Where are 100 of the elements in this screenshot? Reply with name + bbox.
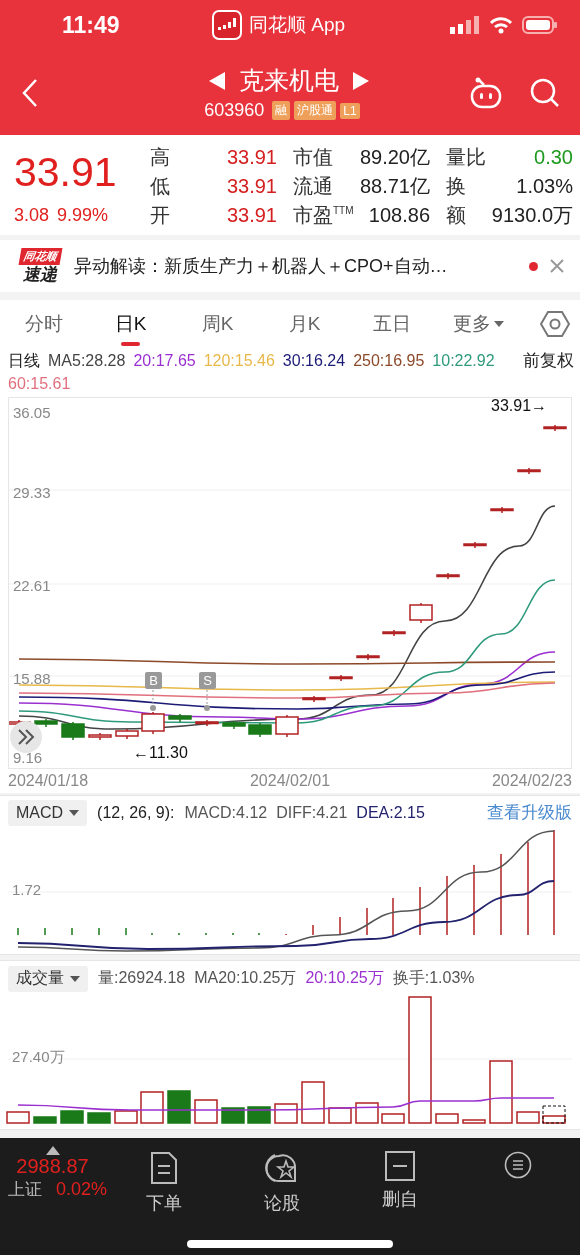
moving-average-value: 60:15.61 (8, 373, 71, 394)
robot-icon[interactable] (470, 76, 502, 109)
stat-value: 0.30 (533, 146, 573, 169)
app-icon (212, 10, 242, 40)
volume-bar (435, 1113, 459, 1124)
stock-tag: 融 (272, 101, 291, 120)
price-change: 3.08 (14, 205, 50, 226)
stat-label: 量比 (445, 145, 487, 170)
candlestick (275, 714, 299, 738)
candlestick (409, 602, 433, 624)
candlestick (88, 732, 112, 741)
indicator-value: 换手:1.03% (392, 968, 475, 988)
candlestick (141, 711, 165, 735)
stock-code: 603960 (204, 100, 265, 121)
minus-square-icon[interactable] (385, 1151, 415, 1181)
stat-value: 108.86 (367, 204, 430, 227)
candlestick (168, 713, 192, 723)
legend-title: 日线 (8, 351, 40, 371)
star-icon[interactable] (265, 1151, 299, 1185)
date-label: 2024/02/01 (249, 772, 331, 790)
period-tab[interactable]: 更多 (435, 300, 522, 348)
stat-label: 低 (150, 174, 171, 199)
date-label: 2024/01/18 (8, 772, 89, 790)
period-tab[interactable]: 月K (261, 300, 348, 348)
toolbar-label[interactable]: 论股 (264, 1191, 300, 1215)
moving-average-value: 20:17.65 (133, 351, 196, 371)
search-icon[interactable] (530, 77, 560, 108)
volume-bar (114, 1110, 138, 1124)
volume-bar (6, 1111, 30, 1124)
stat-label: 流通 (292, 174, 334, 199)
stat-value: 1.03% (515, 175, 573, 198)
volume-bar (167, 1090, 191, 1124)
period-tab[interactable]: 周K (174, 300, 261, 348)
wifi-icon (489, 16, 513, 34)
volume-bar (301, 1081, 325, 1124)
trade-marker: B (145, 672, 162, 689)
volume-bar (381, 1113, 405, 1124)
previous-arrow-icon[interactable] (209, 71, 225, 90)
indicator-dropdown[interactable]: MACD (8, 799, 88, 826)
app-name: 同花顺 App (249, 13, 346, 37)
volume-bar (194, 1099, 218, 1124)
axis-label: 9.16 (13, 749, 43, 767)
moving-average-value: 120:15.46 (203, 351, 275, 371)
candlestick (490, 506, 514, 514)
volume-bar (542, 1115, 566, 1124)
candlestick (195, 719, 219, 727)
axis-label: 1.72 (12, 881, 42, 898)
moving-average-value: MA5:28.28 (48, 351, 126, 371)
period-tab[interactable]: 分时 (0, 300, 87, 348)
next-arrow-icon[interactable] (353, 71, 369, 90)
close-icon[interactable] (550, 259, 564, 273)
volume-bar (462, 1119, 486, 1124)
indicator-value: 量:26924.18 (98, 968, 186, 988)
candlestick (463, 541, 487, 549)
volume-bar (516, 1111, 540, 1124)
stat-label: 市盈$^{TTM}$ (292, 203, 355, 228)
caret-down-icon (494, 321, 504, 327)
axis-label: 29.33 (13, 484, 51, 502)
settings-icon[interactable] (540, 309, 570, 339)
index-value: 2988.87 (16, 1155, 89, 1178)
stock-tag: 沪股通 (294, 101, 337, 120)
back-icon[interactable] (22, 77, 38, 108)
volume-bar (355, 1102, 379, 1124)
upgrade-link[interactable]: 查看升级版 (487, 801, 580, 824)
period-tab[interactable]: 日K (87, 300, 174, 348)
indicator-params: (12, 26, 9): (97, 803, 175, 822)
indicator-value: MACD:4.12 (184, 803, 268, 822)
moving-average-value: 250:16.95 (353, 351, 425, 371)
stat-label: 市值 (292, 145, 334, 170)
battery-icon (522, 15, 558, 35)
stat-value: 89.20亿 (358, 145, 430, 170)
document-icon[interactable] (150, 1151, 178, 1185)
price-adjust-mode[interactable]: 前复权 (523, 350, 574, 395)
stat-value: 88.71亿 (358, 174, 430, 199)
toolbar-label[interactable]: 下单 (146, 1191, 182, 1215)
stat-value: 33.91 (225, 175, 277, 198)
stat-label: 额 (445, 203, 467, 228)
clock-time: 11:49 (62, 11, 121, 39)
news-headline[interactable]: 异动解读：新质生产力＋机器人＋CPO+自动… (74, 254, 517, 278)
date-label: 2024/02/23 (491, 772, 572, 790)
candlestick (517, 467, 541, 475)
indicator-value: 20:10.25万 (305, 968, 384, 988)
trade-marker: S (199, 672, 216, 689)
stat-value: 9130.0万 (490, 203, 573, 228)
volume-bar (60, 1110, 84, 1124)
expand-button[interactable] (10, 721, 42, 753)
caret-down-icon (69, 809, 80, 816)
caret-down-icon (70, 975, 80, 982)
logo-label: 同花顺 (18, 248, 62, 265)
candlestick (61, 721, 85, 741)
low-price-label: ←11.30 (133, 744, 188, 762)
double-chevron-icon (17, 729, 35, 745)
period-tab[interactable]: 五日 (348, 300, 435, 348)
candlestick (115, 728, 139, 740)
indicator-dropdown[interactable]: 成交量 (8, 965, 88, 992)
axis-label: 36.05 (13, 404, 51, 422)
toolbar-label[interactable]: 删自 (382, 1187, 418, 1211)
stat-label: 开 (150, 203, 171, 228)
leader-line (150, 689, 156, 711)
menu-icon[interactable] (504, 1151, 532, 1179)
